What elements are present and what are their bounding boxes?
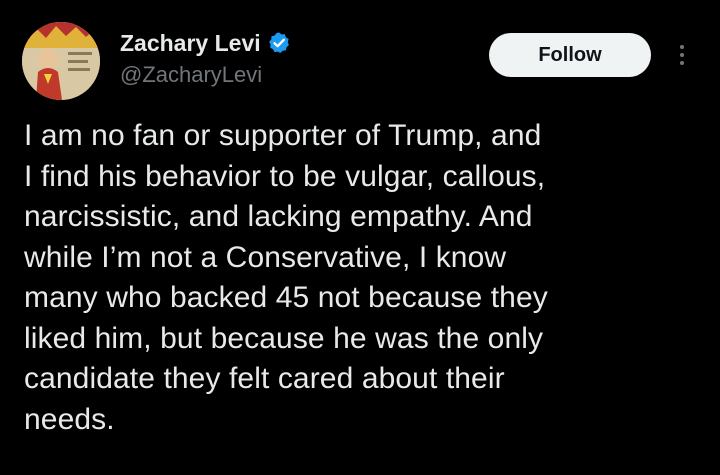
avatar-image xyxy=(22,22,100,100)
verified-badge-icon xyxy=(268,32,289,53)
more-dot xyxy=(680,61,684,65)
tweet-card: Zachary Levi @ZacharyLevi Follow I am no… xyxy=(0,0,720,475)
handle[interactable]: @ZacharyLevi xyxy=(120,60,291,90)
more-dot xyxy=(680,53,684,57)
name-row: Zachary Levi xyxy=(120,28,291,58)
follow-button[interactable]: Follow xyxy=(489,33,651,77)
display-name[interactable]: Zachary Levi xyxy=(120,28,261,58)
author-info: Zachary Levi @ZacharyLevi xyxy=(120,28,291,90)
tweet-header: Zachary Levi @ZacharyLevi Follow xyxy=(22,22,702,102)
more-dot xyxy=(680,45,684,49)
avatar[interactable] xyxy=(22,22,100,100)
tweet-text: I am no fan or supporter of Trump, and I… xyxy=(24,119,548,436)
more-vertical-icon[interactable] xyxy=(672,38,692,72)
